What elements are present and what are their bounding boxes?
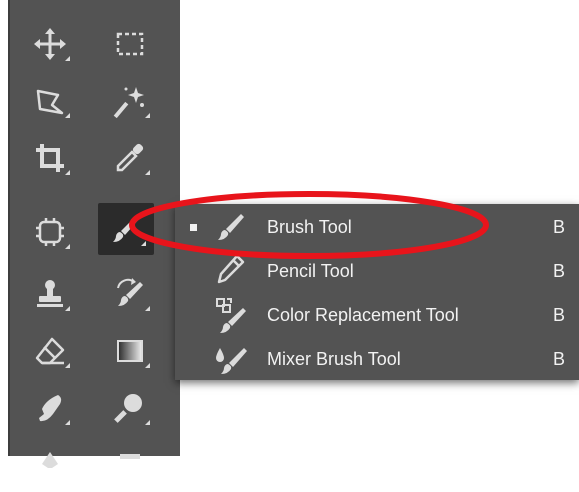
submenu-indicator [145,170,150,175]
menu-item-shortcut: B [553,305,566,325]
history-brush-tool-button[interactable] [102,268,158,320]
marquee-icon [112,26,148,62]
brush-icon [108,211,144,247]
healing-icon [32,214,68,250]
menu-item-mixer-brush-tool[interactable]: Mixer Brush Tool B [175,338,579,382]
spot-healing-tool-button[interactable] [22,206,78,258]
dodge-icon [112,390,148,426]
smudge-icon [32,390,68,426]
pencil-icon [211,252,251,292]
submenu-indicator [145,113,150,118]
mixer-brush-icon [211,340,251,380]
submenu-indicator [65,56,70,61]
menu-item-label: Color Replacement Tool [267,305,459,325]
submenu-indicator [145,363,150,368]
submenu-indicator [65,170,70,175]
move-tool-button[interactable] [22,18,78,70]
submenu-indicator [65,420,70,425]
brush-tool-flyout-menu: Brush Tool B Pencil Tool B Color Replace… [175,204,579,380]
lasso-icon [32,83,68,119]
menu-item-label: Pencil Tool [267,261,354,281]
rectangular-marquee-tool-button[interactable] [102,18,158,70]
dodge-tool-button[interactable] [102,382,158,434]
submenu-indicator [65,244,70,249]
menu-item-brush-tool[interactable]: Brush Tool B [175,206,579,250]
gradient-icon [112,333,148,369]
eyedropper-icon [112,140,148,176]
smudge-tool-button[interactable] [22,382,78,434]
submenu-indicator [141,241,146,246]
submenu-indicator [145,420,150,425]
submenu-indicator [65,363,70,368]
tools-panel [8,0,180,468]
menu-item-shortcut: B [553,261,566,281]
history-brush-icon [112,276,148,312]
pen-icon [32,448,68,484]
magic-wand-icon [112,83,148,119]
type-icon [112,448,148,484]
menu-item-color-replacement-tool[interactable]: Color Replacement Tool B [175,294,579,338]
magic-wand-tool-button[interactable] [102,75,158,127]
polygonal-lasso-tool-button[interactable] [22,75,78,127]
brush-icon [211,208,251,248]
eraser-tool-button[interactable] [22,325,78,377]
submenu-indicator [65,306,70,311]
type-tool-button[interactable] [102,440,158,492]
pen-tool-button[interactable] [22,440,78,492]
eyedropper-tool-button[interactable] [102,132,158,184]
crop-icon [32,140,68,176]
brush-tool-button[interactable] [98,203,154,255]
menu-item-shortcut: B [553,349,566,369]
menu-item-label: Mixer Brush Tool [267,349,401,369]
move-icon [32,26,68,62]
selected-indicator [190,224,197,231]
gradient-tool-button[interactable] [102,325,158,377]
stamp-icon [32,276,68,312]
menu-item-label: Brush Tool [267,217,352,237]
eraser-icon [32,333,68,369]
menu-item-pencil-tool[interactable]: Pencil Tool B [175,250,579,294]
clone-stamp-tool-button[interactable] [22,268,78,320]
color-replacement-icon [211,296,251,336]
submenu-indicator [145,306,150,311]
crop-tool-button[interactable] [22,132,78,184]
submenu-indicator [65,113,70,118]
menu-item-shortcut: B [553,217,566,237]
